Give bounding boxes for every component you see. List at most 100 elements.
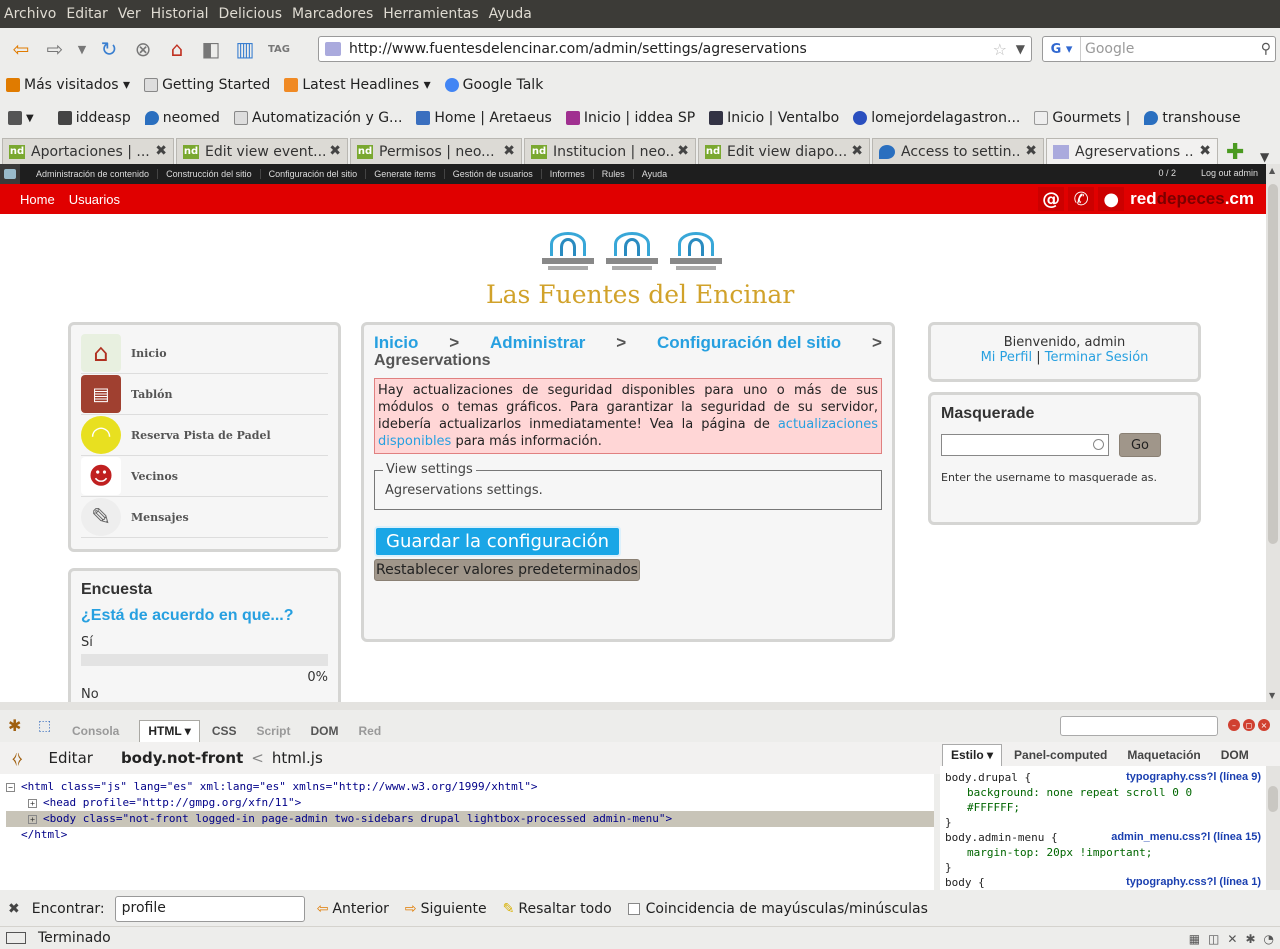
- admin-menu-item[interactable]: Informes: [542, 169, 594, 179]
- menu-ver[interactable]: Ver: [118, 6, 141, 22]
- scroll-up-icon[interactable]: ▲: [1269, 166, 1275, 175]
- collapse-icon[interactable]: −: [6, 783, 15, 792]
- tab-institucion[interactable]: nd Institucion | neo... ✖: [524, 138, 696, 164]
- tab-agreservations[interactable]: Agreservations ... ✖: [1046, 138, 1218, 164]
- reddepeces-logo[interactable]: @ ✆ ● reddepeces.cm: [1034, 187, 1254, 211]
- close-find-icon[interactable]: ✖: [8, 901, 20, 917]
- expand-icon[interactable]: +: [28, 815, 37, 824]
- tools-icon[interactable]: ✕: [1227, 932, 1237, 946]
- highlight-all-button[interactable]: ✎ Resaltar todo: [503, 901, 612, 917]
- firebug-tab-red[interactable]: Red: [359, 724, 382, 742]
- css-source-link[interactable]: typography.css?l (línea 9): [1126, 770, 1261, 785]
- html-node[interactable]: + <head profile="http://gmpg.org/xfn/11">: [6, 795, 934, 811]
- bookmark-transhouse[interactable]: transhouse: [1144, 110, 1241, 126]
- bookmark-gourmets[interactable]: Gourmets |: [1034, 110, 1130, 126]
- close-tab-icon[interactable]: ✖: [329, 143, 341, 159]
- firebug-tab-script[interactable]: Script: [257, 724, 291, 742]
- nav-usuarios[interactable]: Usuarios: [69, 192, 120, 207]
- menu-delicious[interactable]: Delicious: [219, 6, 283, 22]
- firebug-path-parent[interactable]: html.js: [272, 749, 323, 767]
- back-icon[interactable]: ⇦: [6, 34, 36, 64]
- home-icon[interactable]: ⌂: [162, 34, 192, 64]
- close-tab-icon[interactable]: ✖: [155, 143, 167, 159]
- menu-ayuda[interactable]: Ayuda: [489, 6, 532, 22]
- bookmark-mas-visitados[interactable]: Más visitados ▾: [6, 77, 130, 93]
- tab-aportaciones[interactable]: nd Aportaciones | ... ✖: [2, 138, 174, 164]
- left-nav-inicio[interactable]: ⌂ Inicio: [81, 333, 328, 374]
- breadcrumb-administrar[interactable]: Administrar: [490, 333, 585, 352]
- scroll-down-icon[interactable]: ▼: [1269, 691, 1275, 700]
- close-tab-icon[interactable]: ✖: [851, 143, 863, 159]
- find-input[interactable]: profile: [114, 896, 305, 922]
- css-source-link[interactable]: admin_menu.css?l (línea 15): [1111, 830, 1261, 845]
- side-tab-dom[interactable]: DOM: [1221, 748, 1249, 766]
- menu-marcadores[interactable]: Marcadores: [292, 6, 373, 22]
- tab-edit-view-event[interactable]: nd Edit view event... ✖: [176, 138, 348, 164]
- nav-home[interactable]: Home: [20, 192, 55, 207]
- match-case-checkbox[interactable]: Coincidencia de mayúsculas/minúsculas: [627, 901, 928, 917]
- logout-link[interactable]: Terminar Sesión: [1045, 350, 1149, 365]
- fieldset-legend[interactable]: View settings: [383, 462, 476, 477]
- side-tab-computed[interactable]: Panel-computed: [1014, 748, 1107, 766]
- css-rule[interactable]: body {typography.css?l (línea 1): [945, 875, 1261, 890]
- html-node-selected[interactable]: + <body class="not-front logged-in page-a…: [6, 811, 934, 827]
- inspect-icon[interactable]: ⬚: [38, 718, 54, 734]
- menu-archivo[interactable]: Archivo: [4, 6, 56, 22]
- close-tab-icon[interactable]: ✖: [1025, 143, 1037, 159]
- minimize-icon[interactable]: –: [1228, 719, 1240, 731]
- search-engine-icon[interactable]: G ▾: [1043, 37, 1081, 61]
- style-panel-scrollbar[interactable]: [1266, 766, 1280, 890]
- my-profile-link[interactable]: Mi Perfil: [981, 350, 1032, 365]
- close-tab-icon[interactable]: ✖: [1199, 143, 1211, 159]
- screenshot-icon[interactable]: ◧: [196, 34, 226, 64]
- firebug-resize-handle[interactable]: [0, 702, 1280, 710]
- html-node[interactable]: </html>: [6, 827, 934, 843]
- firebug-tab-consola[interactable]: Consola: [72, 724, 119, 742]
- tab-edit-view-diapo[interactable]: nd Edit view diapo... ✖: [698, 138, 870, 164]
- left-nav-tablon[interactable]: ▤ Tablón: [81, 374, 328, 415]
- bookmark-iddeasp[interactable]: iddeasp: [57, 110, 131, 126]
- firebug-search-input[interactable]: [1060, 716, 1218, 736]
- bookmark-iddea-sp[interactable]: Inicio | iddea SP: [565, 110, 695, 126]
- site-logo[interactable]: Las Fuentes del Encinar: [486, 230, 794, 320]
- loading-icon[interactable]: ◔: [1264, 932, 1274, 946]
- admin-menu-home-icon[interactable]: [0, 164, 20, 184]
- url-bar[interactable]: http://www.fuentesdelencinar.com/admin/s…: [318, 36, 1032, 62]
- menu-herramientas[interactable]: Herramientas: [383, 6, 478, 22]
- bookmark-automatizacion[interactable]: Automatización y G...: [233, 110, 402, 126]
- bookmark-ventalbo[interactable]: Inicio | Ventalbo: [709, 110, 839, 126]
- history-dropdown-icon[interactable]: ▼: [74, 34, 90, 64]
- firebug-path-selected[interactable]: body.not-front: [121, 749, 243, 767]
- search-bar[interactable]: G ▾ Google ⚲: [1042, 36, 1276, 62]
- page-scrollbar[interactable]: ▲ ▼: [1266, 164, 1280, 702]
- tab-list-icon[interactable]: ▼: [1260, 150, 1269, 164]
- admin-menu-item[interactable]: Construcción del sitio: [158, 169, 261, 179]
- css-rule[interactable]: body.drupal {typography.css?l (línea 9): [945, 770, 1261, 785]
- new-tab-icon[interactable]: ✚: [1226, 142, 1248, 164]
- firebug-status-icon[interactable]: ✱: [1245, 932, 1255, 946]
- screen-icon[interactable]: [6, 932, 26, 944]
- find-previous-button[interactable]: ⇦ Anterior: [317, 901, 389, 917]
- bookmark-lomejordelagastronomia[interactable]: lomejordelagastron...: [853, 110, 1020, 126]
- html-node[interactable]: − <html class="js" lang="es" xml:lang="es…: [6, 779, 934, 795]
- admin-menu-item[interactable]: Administración de contenido: [28, 169, 159, 179]
- admin-menu-item[interactable]: Gestión de usuarios: [445, 169, 542, 179]
- close-firebug-icon[interactable]: ×: [1258, 719, 1270, 731]
- reload-icon[interactable]: ↻: [94, 34, 124, 64]
- left-nav-vecinos[interactable]: ☻ Vecinos: [81, 456, 328, 497]
- menu-historial[interactable]: Historial: [151, 6, 209, 22]
- admin-logout-link[interactable]: Log out admin: [1201, 168, 1258, 178]
- bookmark-aretaeus[interactable]: Home | Aretaeus: [416, 110, 552, 126]
- stop-icon[interactable]: ⊗: [128, 34, 158, 64]
- close-tab-icon[interactable]: ✖: [503, 143, 515, 159]
- scroll-thumb[interactable]: [1268, 184, 1278, 544]
- firebug-tab-dom[interactable]: DOM: [311, 724, 339, 742]
- breadcrumb-inicio[interactable]: Inicio: [374, 333, 418, 352]
- forward-icon[interactable]: ⇨: [40, 34, 70, 64]
- menu-editar[interactable]: Editar: [66, 6, 107, 22]
- dialog-icon[interactable]: ◫: [1208, 932, 1219, 946]
- admin-menu-item[interactable]: Ayuda: [634, 169, 675, 179]
- save-configuration-button[interactable]: Guardar la configuración: [374, 526, 622, 557]
- tab-permisos[interactable]: nd Permisos | neo... ✖: [350, 138, 522, 164]
- firebug-tab-html[interactable]: HTML ▾: [139, 720, 200, 742]
